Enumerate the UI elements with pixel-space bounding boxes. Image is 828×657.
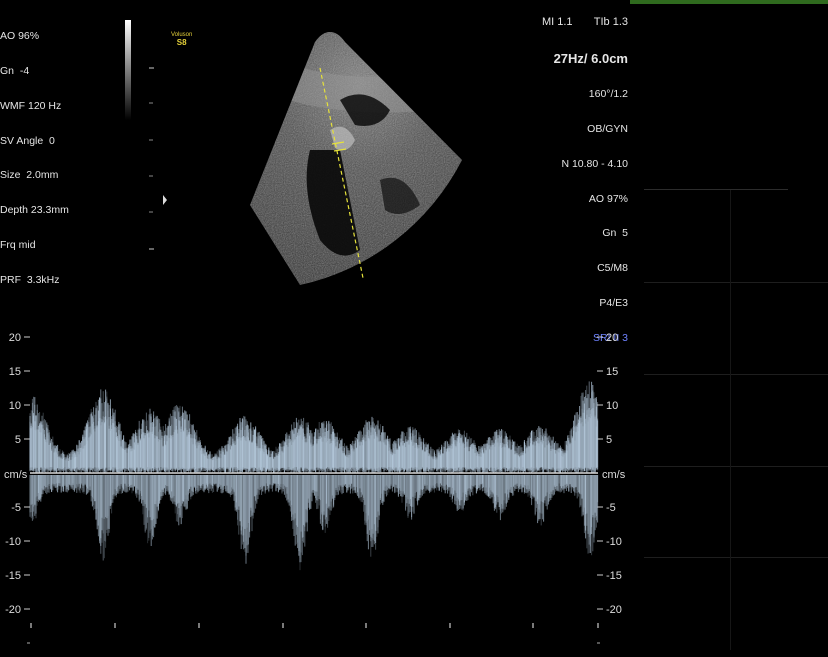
param-line: Size 2.0mm xyxy=(0,169,59,182)
scale-label-right: 20 xyxy=(606,332,618,344)
bmode-image xyxy=(250,32,462,285)
grid-line xyxy=(644,466,828,467)
param-line: SV Angle 0 xyxy=(0,134,55,147)
scale-label-right: 5 xyxy=(606,434,612,446)
param-line: AO 97% xyxy=(588,192,628,205)
param-line: AO 96% xyxy=(0,30,40,43)
param-line: P4/E3 xyxy=(599,296,628,309)
grid-line xyxy=(644,189,788,190)
scale-label-left: -10 xyxy=(5,536,21,548)
param-line: C5/M8 xyxy=(597,262,628,275)
top-status-bar xyxy=(630,0,828,4)
spectrum-trace xyxy=(29,381,599,571)
scale-label-left: 5 xyxy=(15,434,21,446)
unit-label-left: cm/s xyxy=(4,469,28,481)
grid-line xyxy=(644,374,828,375)
param-line: PRF 3.3kHz xyxy=(0,273,60,286)
scale-label-left: -15 xyxy=(5,570,21,582)
param-line: Gn -4 xyxy=(0,64,30,77)
param-line: Gn 5 xyxy=(602,227,628,240)
depth-markers xyxy=(149,67,167,250)
param-line: Depth 23.3mm xyxy=(0,204,69,217)
scale-label-left: 15 xyxy=(9,366,21,378)
param-line: WMF 120 Hz xyxy=(0,99,62,112)
param-line: 160°/1.2 xyxy=(588,88,628,101)
scale-label-left: -5 xyxy=(11,502,21,514)
mi-tib-readout: MI 1.1 TIb 1.3 xyxy=(541,16,628,29)
grid-line xyxy=(644,282,828,283)
focus-marker-icon xyxy=(163,195,167,205)
scale-label-right: -15 xyxy=(606,570,622,582)
right-parameters: MI 1.1 TIb 1.3 27Hz/ 6.0cm 160°/1.2 OB/G… xyxy=(542,0,628,356)
framerate-depth: 27Hz/ 6.0cm xyxy=(553,50,628,66)
scale-label-right: 10 xyxy=(606,400,618,412)
scale-label-right: -10 xyxy=(606,536,622,548)
scale-label-right: -5 xyxy=(606,502,616,514)
scale-label-left: 10 xyxy=(9,400,21,412)
param-line: N 10.80 - 4.10 xyxy=(561,157,628,170)
grayscale-bar xyxy=(125,20,131,120)
param-line: Frq mid xyxy=(0,238,36,251)
unit-label-right: cm/s xyxy=(602,469,626,481)
scale-label-right: 15 xyxy=(606,366,618,378)
grid-line xyxy=(644,557,828,558)
doppler-spectrum: 20 20 15 15 10 10 5 5 -5 -5 -10 -10 -15 -15 -20 -20 cm/s… xyxy=(4,332,626,644)
param-line: OB/GYN xyxy=(587,122,628,135)
left-parameters: AO 96% Gn -4 WMF 120 Hz SV Angle 0 Size … xyxy=(0,8,69,298)
scale-label-left: 20 xyxy=(9,332,21,344)
logo-model: S8 xyxy=(176,38,187,47)
grid-line xyxy=(730,190,731,650)
scale-label-left: -20 xyxy=(5,604,21,616)
scale-label-right: -20 xyxy=(606,604,622,616)
device-logo: Voluson S8 xyxy=(171,31,192,47)
